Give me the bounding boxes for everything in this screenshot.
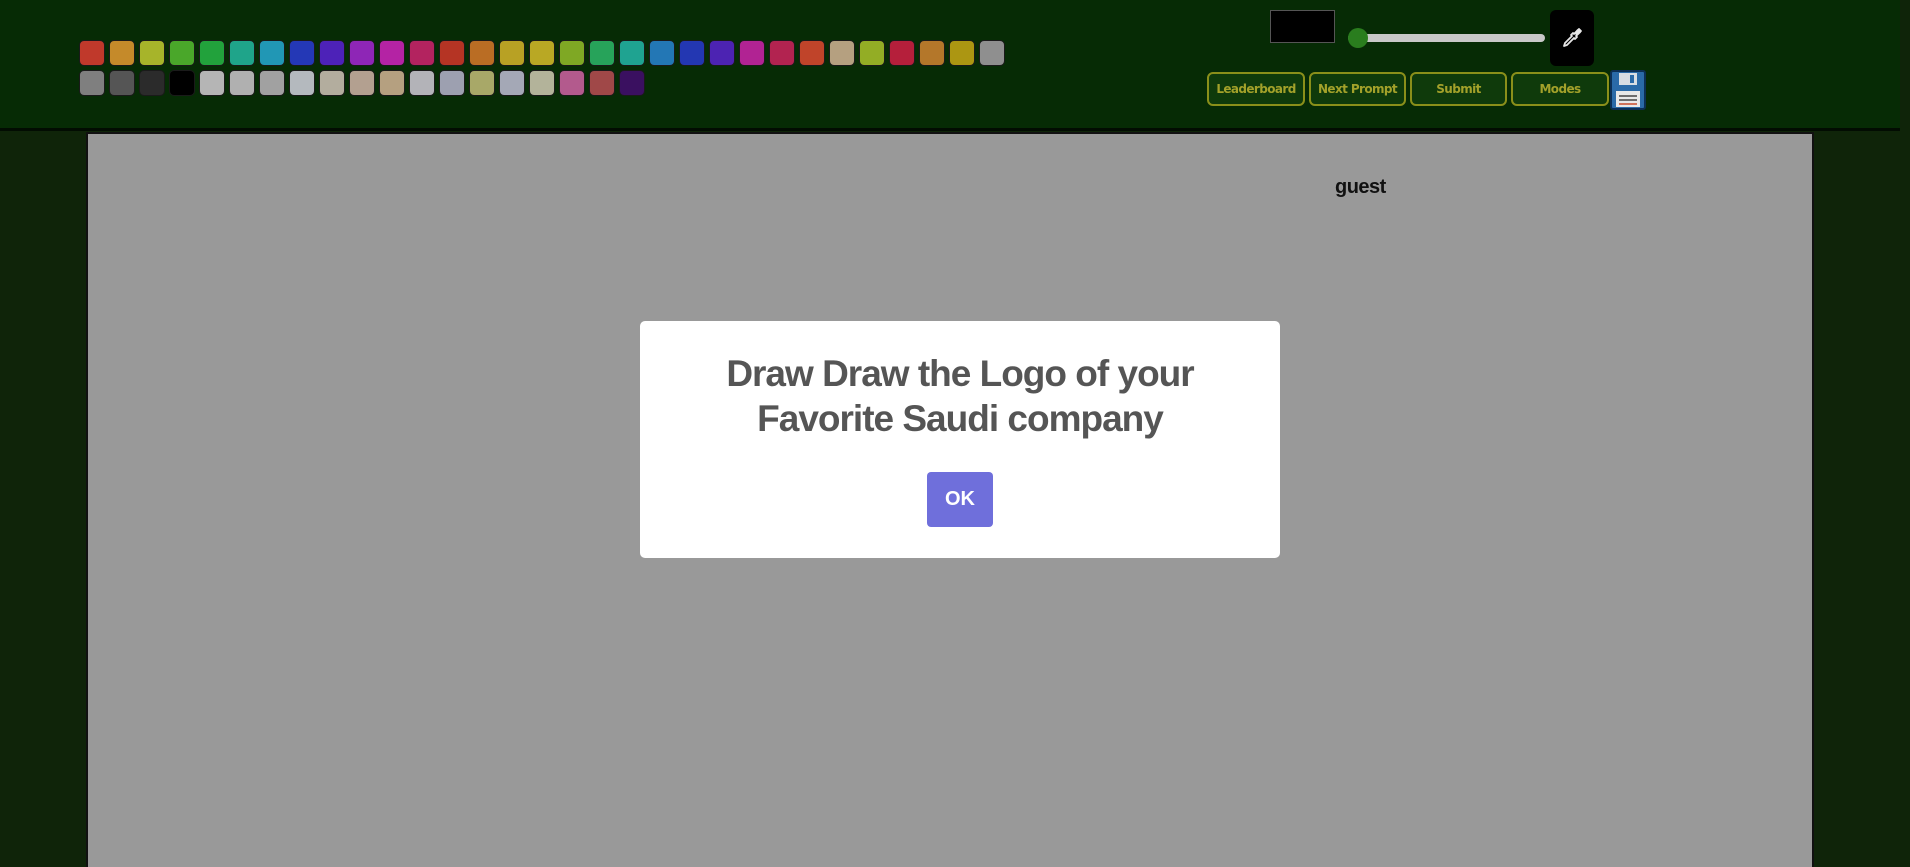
color-swatch[interactable] — [379, 70, 405, 96]
toolbar-buttons: Leaderboard Next Prompt Submit Modes — [1207, 72, 1609, 106]
slider-thumb[interactable] — [1348, 28, 1368, 48]
color-swatch[interactable] — [349, 40, 375, 66]
color-swatch[interactable] — [559, 40, 585, 66]
color-swatch[interactable] — [679, 40, 705, 66]
color-swatch[interactable] — [439, 70, 465, 96]
prompt-modal: Draw Draw the Logo of your Favorite Saud… — [640, 321, 1280, 558]
color-swatch[interactable] — [589, 40, 615, 66]
leaderboard-button[interactable]: Leaderboard — [1207, 72, 1305, 106]
floppy-disk-icon — [1610, 70, 1646, 110]
username-label: guest — [1335, 176, 1386, 198]
top-toolbar: Leaderboard Next Prompt Submit Modes — [0, 0, 1900, 131]
color-swatch[interactable] — [109, 40, 135, 66]
color-swatch[interactable] — [559, 70, 585, 96]
color-swatch[interactable] — [229, 40, 255, 66]
next-prompt-button[interactable]: Next Prompt — [1309, 72, 1406, 106]
eyedropper-icon — [1563, 28, 1582, 47]
current-color-preview[interactable] — [1270, 10, 1335, 43]
color-swatch[interactable] — [979, 40, 1005, 66]
submit-button[interactable]: Submit — [1410, 72, 1507, 106]
color-swatch[interactable] — [79, 70, 105, 96]
modes-button[interactable]: Modes — [1511, 72, 1609, 106]
color-swatch[interactable] — [109, 70, 135, 96]
color-swatch[interactable] — [409, 70, 435, 96]
color-swatch[interactable] — [169, 40, 195, 66]
color-swatch[interactable] — [829, 40, 855, 66]
color-swatch[interactable] — [469, 70, 495, 96]
color-swatch[interactable] — [139, 70, 165, 96]
color-swatch[interactable] — [319, 40, 345, 66]
eyedropper-button[interactable] — [1550, 10, 1594, 66]
color-swatch[interactable] — [169, 70, 195, 96]
color-swatch[interactable] — [529, 70, 555, 96]
color-swatch[interactable] — [139, 40, 165, 66]
color-swatch[interactable] — [619, 40, 645, 66]
color-swatch[interactable] — [289, 40, 315, 66]
color-swatch[interactable] — [799, 40, 825, 66]
color-swatch[interactable] — [379, 40, 405, 66]
color-swatch[interactable] — [259, 40, 285, 66]
modal-title: Draw Draw the Logo of your Favorite Saud… — [726, 353, 1194, 439]
color-swatch[interactable] — [349, 70, 375, 96]
color-swatch[interactable] — [229, 70, 255, 96]
color-swatch[interactable] — [619, 70, 645, 96]
color-swatch[interactable] — [529, 40, 555, 66]
save-button[interactable] — [1610, 70, 1646, 110]
color-swatch[interactable] — [409, 40, 435, 66]
color-swatch[interactable] — [769, 40, 795, 66]
color-swatch[interactable] — [889, 40, 915, 66]
color-swatch[interactable] — [919, 40, 945, 66]
color-swatch[interactable] — [259, 70, 285, 96]
color-swatch[interactable] — [469, 40, 495, 66]
color-swatch[interactable] — [79, 40, 105, 66]
color-swatch[interactable] — [649, 40, 675, 66]
color-swatch[interactable] — [199, 70, 225, 96]
brush-size-slider[interactable] — [1348, 28, 1545, 48]
palette-row-2 — [79, 70, 1009, 100]
color-swatch[interactable] — [439, 40, 465, 66]
color-swatch[interactable] — [499, 40, 525, 66]
color-swatch[interactable] — [589, 70, 615, 96]
color-swatch[interactable] — [499, 70, 525, 96]
color-swatch[interactable] — [859, 40, 885, 66]
palette-row-1 — [79, 40, 1009, 70]
color-swatch[interactable] — [319, 70, 345, 96]
ok-button[interactable]: OK — [927, 472, 993, 527]
slider-track — [1348, 34, 1545, 42]
color-swatch[interactable] — [289, 70, 315, 96]
color-swatch[interactable] — [199, 40, 225, 66]
color-palette — [79, 40, 1009, 100]
color-swatch[interactable] — [739, 40, 765, 66]
color-swatch[interactable] — [709, 40, 735, 66]
color-swatch[interactable] — [949, 40, 975, 66]
